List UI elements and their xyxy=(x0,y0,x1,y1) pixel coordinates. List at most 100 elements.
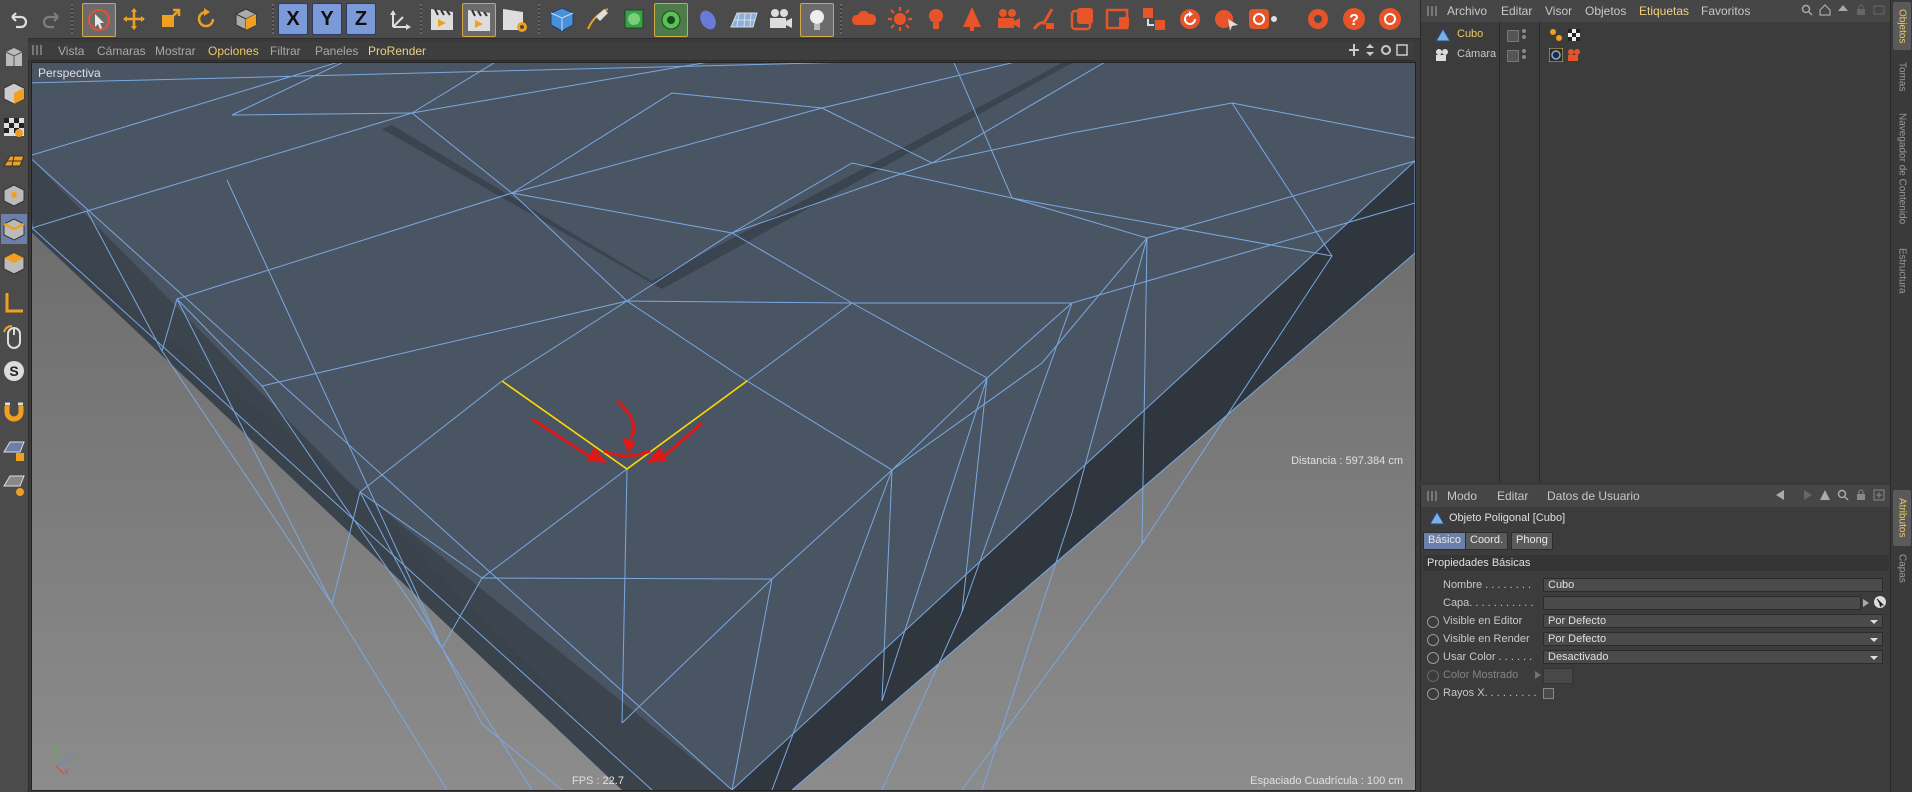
z-axis-lock-button[interactable]: Z xyxy=(346,3,376,35)
render-settings-button[interactable] xyxy=(498,3,530,35)
prorender-settings-button[interactable] xyxy=(1302,3,1334,35)
forward-arrow-icon[interactable] xyxy=(1797,489,1813,501)
prorender-reset-button[interactable] xyxy=(1374,3,1406,35)
menu-prorender[interactable]: ProRender xyxy=(368,44,426,58)
drag-handle-icon[interactable] xyxy=(1427,6,1437,16)
camera-object-button[interactable] xyxy=(764,3,796,35)
capa-picker-icon[interactable] xyxy=(1873,595,1887,609)
subdivision-surface-button[interactable] xyxy=(618,3,650,35)
menu-camaras[interactable]: Cámaras xyxy=(97,44,146,58)
color-swatch[interactable] xyxy=(1543,668,1573,684)
light-object-button[interactable] xyxy=(800,3,834,37)
search-icon[interactable] xyxy=(1837,489,1849,501)
sun-button[interactable] xyxy=(884,3,916,35)
capa-input[interactable] xyxy=(1543,596,1861,610)
menu-etiquetas[interactable]: Etiquetas xyxy=(1639,4,1689,18)
pan-view-icon[interactable] xyxy=(1348,43,1360,57)
capa-arrow-icon[interactable] xyxy=(1861,597,1871,609)
workplane-lock-button[interactable] xyxy=(1,436,27,466)
usar-color-dropdown[interactable]: Desactivado xyxy=(1543,650,1883,664)
phong-tag-icon[interactable] xyxy=(1549,28,1563,42)
array-generator-button[interactable] xyxy=(654,3,688,37)
menu-archivo[interactable]: Archivo xyxy=(1447,4,1487,18)
menu-filtrar[interactable]: Filtrar xyxy=(270,44,301,58)
menu-mostrar[interactable]: Mostrar xyxy=(155,44,196,58)
scale-tool-button[interactable] xyxy=(154,3,186,35)
visible-editor-dropdown[interactable]: Por Defecto xyxy=(1543,614,1883,628)
drag-handle-icon[interactable] xyxy=(32,45,42,55)
animate-radio[interactable] xyxy=(1427,634,1439,646)
region-render-button[interactable] xyxy=(1246,3,1278,35)
solo-button[interactable]: S xyxy=(1,356,27,386)
edges-mode-button[interactable] xyxy=(1,214,27,244)
undo-button[interactable] xyxy=(2,3,34,35)
recent-tool-button[interactable] xyxy=(230,3,262,35)
expand-arrow-icon[interactable] xyxy=(1534,670,1542,680)
menu-datos-de-usuario[interactable]: Datos de Usuario xyxy=(1547,489,1640,503)
maximize-view-icon[interactable] xyxy=(1396,43,1408,57)
shader-button[interactable] xyxy=(1028,3,1060,35)
back-arrow-icon[interactable] xyxy=(1775,489,1791,501)
menu-visor[interactable]: Visor xyxy=(1545,4,1572,18)
visibility-dots[interactable] xyxy=(1522,49,1526,59)
section-header[interactable]: Propiedades Básicas xyxy=(1423,555,1889,571)
zoom-view-icon[interactable] xyxy=(1364,43,1376,57)
x-axis-lock-button[interactable]: X xyxy=(278,3,308,35)
floor-object-button[interactable] xyxy=(728,3,760,35)
render-view-button[interactable] xyxy=(426,3,458,35)
render-picture-viewer-button[interactable] xyxy=(462,3,496,37)
rayos-x-checkbox[interactable] xyxy=(1543,688,1554,699)
animate-radio[interactable] xyxy=(1427,652,1439,664)
lock-icon[interactable] xyxy=(1855,4,1867,16)
arrow-up-icon[interactable] xyxy=(1837,4,1849,16)
menu-objetos[interactable]: Objetos xyxy=(1585,4,1626,18)
tweak-mode-button[interactable] xyxy=(1,322,27,352)
new-panel-icon[interactable] xyxy=(1873,489,1885,501)
layer-swatch[interactable] xyxy=(1507,30,1519,42)
refresh-render-button[interactable] xyxy=(1174,3,1206,35)
tab-estructura[interactable]: Estructura xyxy=(1893,242,1911,300)
camera-tag-icon[interactable] xyxy=(1567,48,1581,62)
animate-radio[interactable] xyxy=(1427,688,1439,700)
rotate-tool-button[interactable] xyxy=(190,3,222,35)
model-mode-button[interactable] xyxy=(1,78,27,108)
menu-editar[interactable]: Editar xyxy=(1501,4,1532,18)
tab-tomas[interactable]: Tomas xyxy=(1893,56,1911,98)
tab-navegador-de-contenido[interactable]: Navegador de Contenido xyxy=(1893,104,1911,234)
render-visibility-dot[interactable] xyxy=(1522,55,1526,59)
tab-objetos[interactable]: Objetos xyxy=(1893,2,1911,50)
menu-modo[interactable]: Modo xyxy=(1447,489,1477,503)
area-light-button[interactable] xyxy=(1102,3,1134,35)
target-tag-icon[interactable] xyxy=(1549,48,1563,62)
y-axis-lock-button[interactable]: Y xyxy=(312,3,342,35)
editor-visibility-dot[interactable] xyxy=(1522,29,1526,33)
3d-viewport[interactable]: Perspectiva Distancia : 597.384 cm FPS :… xyxy=(31,62,1416,791)
object-row-camara[interactable]: Cámara xyxy=(1421,46,1891,64)
animate-radio[interactable] xyxy=(1427,670,1439,682)
animate-radio[interactable] xyxy=(1427,616,1439,628)
make-editable-button[interactable] xyxy=(1,42,27,72)
tab-basico[interactable]: Básico xyxy=(1423,532,1467,550)
visibility-dots[interactable] xyxy=(1522,29,1526,39)
sky-button[interactable] xyxy=(848,3,880,35)
menu-editar[interactable]: Editar xyxy=(1497,489,1528,503)
render-visibility-dot[interactable] xyxy=(1522,35,1526,39)
menu-favoritos[interactable]: Favoritos xyxy=(1701,4,1750,18)
workplane-align-button[interactable] xyxy=(1,470,27,500)
tab-atributos[interactable]: Atributos xyxy=(1893,490,1911,546)
lock-icon[interactable] xyxy=(1855,489,1867,501)
tab-coord[interactable]: Coord. xyxy=(1465,532,1509,550)
object-row-cubo[interactable]: Cubo xyxy=(1421,26,1891,44)
polygons-mode-button[interactable] xyxy=(1,248,27,278)
coordinate-system-button[interactable] xyxy=(384,3,416,35)
new-panel-icon[interactable] xyxy=(1873,4,1885,16)
material-switch-button[interactable] xyxy=(1138,3,1170,35)
material-tag-icon[interactable] xyxy=(1567,28,1581,42)
home-icon[interactable] xyxy=(1819,4,1831,16)
environment-button[interactable] xyxy=(956,3,988,35)
redo-button[interactable] xyxy=(36,3,68,35)
rotate-view-icon[interactable] xyxy=(1380,43,1392,57)
layer-swatch[interactable] xyxy=(1507,50,1519,62)
menu-vista[interactable]: Vista xyxy=(58,44,84,58)
live-selection-button[interactable] xyxy=(82,3,116,37)
